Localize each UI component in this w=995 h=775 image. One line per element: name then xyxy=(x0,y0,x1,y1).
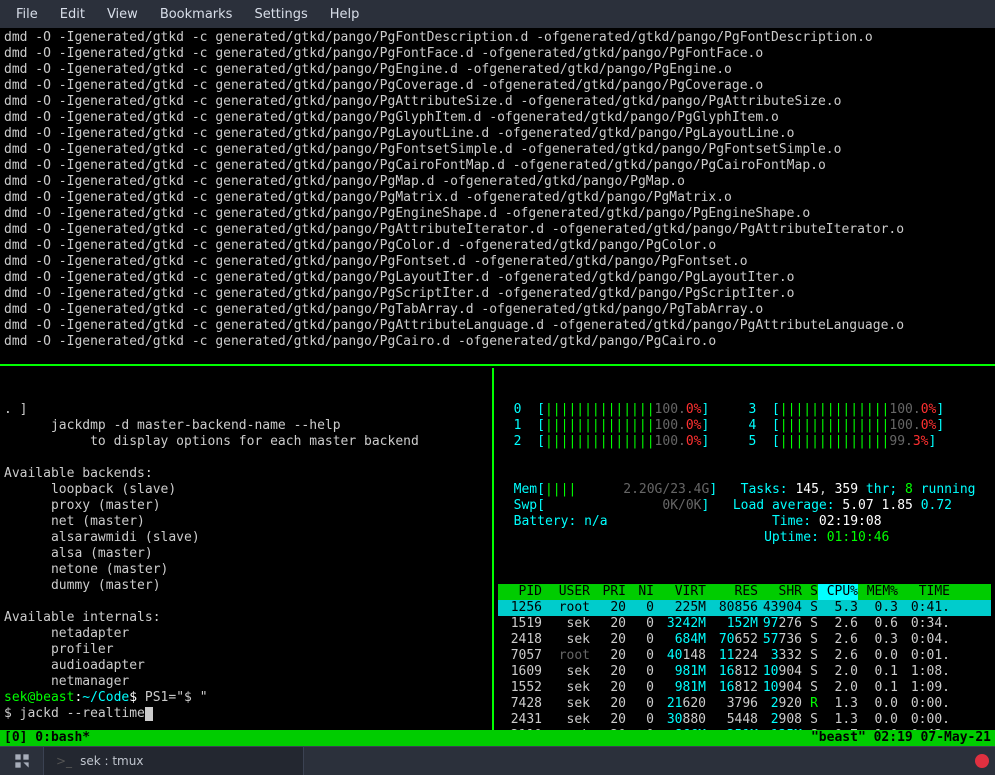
pane-bottom-right-htop[interactable]: 0 [||||||||||||||100.0%] 3 [||||||||||||… xyxy=(494,368,995,730)
process-row[interactable]: 7057root20040148112243332S2.60.00:01. xyxy=(498,648,991,664)
shell-line: proxy (master) xyxy=(4,498,486,514)
process-row[interactable]: 1552sek200981M1681210904S2.00.11:09. xyxy=(498,680,991,696)
shell-line: alsa (master) xyxy=(4,546,486,562)
shell-line: . ] xyxy=(4,402,486,418)
build-output-line: dmd -O -Igenerated/gtkd -c generated/gtk… xyxy=(4,62,991,78)
taskbar-task-title: sek : tmux xyxy=(80,754,143,768)
cpu-meter-row: 0 [||||||||||||||100.0%] 3 [||||||||||||… xyxy=(498,402,991,418)
shell-line: jackdmp -d master-backend-name --help xyxy=(4,418,486,434)
build-output-line: dmd -O -Igenerated/gtkd -c generated/gtk… xyxy=(4,254,991,270)
swap-load: Swp[ 0K/0K] Load average: 5.07 1.85 0.72 xyxy=(498,498,991,514)
build-output-line: dmd -O -Igenerated/gtkd -c generated/gtk… xyxy=(4,334,991,350)
build-output-line: dmd -O -Igenerated/gtkd -c generated/gtk… xyxy=(4,142,991,158)
uptime: Uptime: 01:10:46 xyxy=(498,530,991,546)
cpu-meter-row: 1 [||||||||||||||100.0%] 4 [||||||||||||… xyxy=(498,418,991,434)
menu-view[interactable]: View xyxy=(97,3,148,26)
build-output-line: dmd -O -Igenerated/gtkd -c generated/gtk… xyxy=(4,206,991,222)
menu-settings[interactable]: Settings xyxy=(244,3,317,26)
build-output-line: dmd -O -Igenerated/gtkd -c generated/gtk… xyxy=(4,190,991,206)
pane-top[interactable]: dmd -O -Igenerated/gtkd -c generated/gtk… xyxy=(0,28,995,366)
process-row[interactable]: 2431sek2003088054482908S1.30.00:00. xyxy=(498,712,991,728)
shell-line: netone (master) xyxy=(4,562,486,578)
taskbar: >_ sek : tmux xyxy=(0,746,995,774)
process-row[interactable]: 1609sek200981M1681210904S2.00.11:08. xyxy=(498,664,991,680)
tmux-status-bar[interactable]: [0] 0:bash* "beast" 02:19 07-May-21 xyxy=(0,730,995,746)
terminal[interactable]: dmd -O -Igenerated/gtkd -c generated/gtk… xyxy=(0,28,995,746)
mem-swap-tasks: Mem[|||| 2.20G/23.4G] Tasks: 145, 359 th… xyxy=(498,482,991,498)
build-output-line: dmd -O -Igenerated/gtkd -c generated/gtk… xyxy=(4,174,991,190)
taskbar-task-terminal[interactable]: >_ sek : tmux xyxy=(44,747,304,775)
build-output-line: dmd -O -Igenerated/gtkd -c generated/gtk… xyxy=(4,30,991,46)
shell-line: Available internals: xyxy=(4,610,486,626)
htop-header[interactable]: PIDUSERPRINIVIRTRESSHRSCPU%MEM%TIME xyxy=(498,584,991,600)
close-icon[interactable] xyxy=(975,754,989,768)
shell-prompt: sek@beast:~/Code$ PS1="$ " xyxy=(4,690,486,706)
process-row[interactable]: 1519sek2003242M152M97276S2.60.60:34. xyxy=(498,616,991,632)
tmux-status-left: [0] 0:bash* xyxy=(4,730,90,746)
shell-line: Available backends: xyxy=(4,466,486,482)
build-output-line: dmd -O -Igenerated/gtkd -c generated/gtk… xyxy=(4,286,991,302)
shell-line: netmanager xyxy=(4,674,486,690)
pane-bottom-left[interactable]: . ] jackdmp -d master-backend-name --hel… xyxy=(0,368,492,730)
shell-line xyxy=(4,594,486,610)
shell-line: to display options for each master backe… xyxy=(4,434,486,450)
battery-time: Battery: n/a Time: 02:19:08 xyxy=(498,514,991,530)
build-output-line: dmd -O -Igenerated/gtkd -c generated/gtk… xyxy=(4,318,991,334)
shell-line: alsarawmidi (slave) xyxy=(4,530,486,546)
shell-line: loopback (slave) xyxy=(4,482,486,498)
menu-help[interactable]: Help xyxy=(320,3,370,26)
shell-line: net (master) xyxy=(4,514,486,530)
process-row[interactable]: 1256root200225M8085643904S5.30.30:41. xyxy=(498,600,991,616)
build-output-line: dmd -O -Igenerated/gtkd -c generated/gtk… xyxy=(4,270,991,286)
build-output-line: dmd -O -Igenerated/gtkd -c generated/gtk… xyxy=(4,158,991,174)
cpu-meter-row: 2 [||||||||||||||100.0%] 5 [||||||||||||… xyxy=(498,434,991,450)
build-output-line: dmd -O -Igenerated/gtkd -c generated/gtk… xyxy=(4,126,991,142)
build-output-line: dmd -O -Igenerated/gtkd -c generated/gtk… xyxy=(4,302,991,318)
shell-line: audioadapter xyxy=(4,658,486,674)
tmux-status-right: "beast" 02:19 07-May-21 xyxy=(811,730,991,746)
menu-bookmarks[interactable]: Bookmarks xyxy=(150,3,243,26)
shell-line xyxy=(4,450,486,466)
build-output-line: dmd -O -Igenerated/gtkd -c generated/gtk… xyxy=(4,238,991,254)
process-row[interactable]: 7428sek2002162037962920R1.30.00:00. xyxy=(498,696,991,712)
menu-file[interactable]: File xyxy=(6,3,48,26)
build-output-line: dmd -O -Igenerated/gtkd -c generated/gtk… xyxy=(4,94,991,110)
menu-edit[interactable]: Edit xyxy=(50,3,95,26)
process-row[interactable]: 2418sek200684M7065257736S2.60.30:04. xyxy=(498,632,991,648)
shell-line: netadapter xyxy=(4,626,486,642)
build-output-line: dmd -O -Igenerated/gtkd -c generated/gtk… xyxy=(4,78,991,94)
cursor xyxy=(145,707,153,721)
app-launcher-icon[interactable] xyxy=(0,747,44,775)
build-output-line: dmd -O -Igenerated/gtkd -c generated/gtk… xyxy=(4,46,991,62)
shell-prompt[interactable]: $ jackd --realtime xyxy=(4,706,486,722)
terminal-icon: >_ xyxy=(56,754,72,768)
shell-line: dummy (master) xyxy=(4,578,486,594)
shell-line: profiler xyxy=(4,642,486,658)
menu-bar: File Edit View Bookmarks Settings Help xyxy=(0,0,995,28)
build-output-line: dmd -O -Igenerated/gtkd -c generated/gtk… xyxy=(4,110,991,126)
build-output-line: dmd -O -Igenerated/gtkd -c generated/gtk… xyxy=(4,222,991,238)
